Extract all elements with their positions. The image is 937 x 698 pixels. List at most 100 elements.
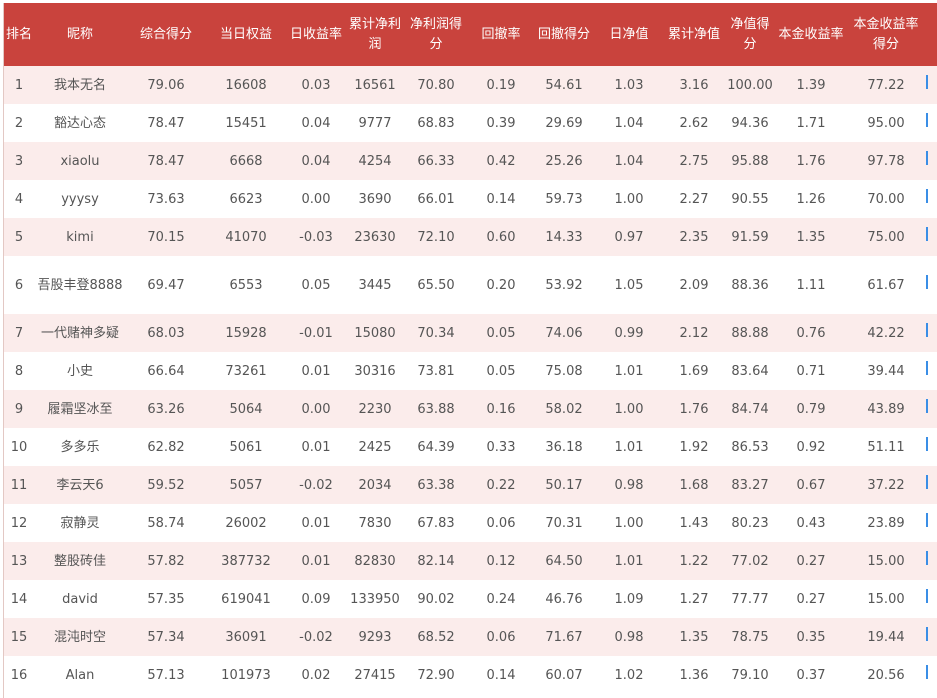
row-action-icon[interactable] bbox=[926, 361, 937, 375]
row-action-cell[interactable] bbox=[926, 618, 937, 656]
row-action-icon[interactable] bbox=[926, 75, 937, 89]
daily-nav-cell: 1.04 bbox=[614, 153, 644, 169]
nickname-cell[interactable]: 多多乐 bbox=[34, 428, 126, 466]
row-action-icon[interactable] bbox=[926, 589, 937, 603]
header-drawdown[interactable]: 回撤率 bbox=[468, 3, 534, 66]
equity-cell: 73261 bbox=[225, 363, 267, 379]
table-row[interactable]: 8 小史 66.64 73261 0.01 30316 73.81 0.05 75.08 1.01… bbox=[4, 352, 937, 390]
row-action-cell[interactable] bbox=[926, 314, 937, 352]
table-row[interactable]: 16 Alan 57.13 101973 0.02 27415 72.90 0.14 60.07… bbox=[4, 656, 937, 694]
nickname-cell[interactable]: xiaolu bbox=[34, 142, 126, 180]
header-cum-nav[interactable]: 累计净值 bbox=[664, 3, 724, 66]
table-row[interactable]: 5 kimi 70.15 41070 -0.03 23630 72.10 0.60 14.33 0… bbox=[4, 218, 937, 256]
drawdown-score-cell: 29.69 bbox=[545, 115, 583, 131]
table-row[interactable]: 14 david 57.35 619041 0.09 133950 90.02 0.24 46.… bbox=[4, 580, 937, 618]
nickname-cell[interactable]: 整股砖佳 bbox=[34, 542, 126, 580]
daily-nav-cell: 0.98 bbox=[614, 629, 644, 645]
nickname-cell[interactable]: Alan bbox=[34, 656, 126, 694]
table-row[interactable]: 1 我本无名 79.06 16608 0.03 16561 70.80 0.19 54.61 1.… bbox=[4, 66, 937, 104]
row-action-icon[interactable] bbox=[926, 113, 937, 127]
table-row[interactable]: 10 多多乐 62.82 5061 0.01 2425 64.39 0.33 36.18 1.01… bbox=[4, 428, 937, 466]
header-profit-score[interactable]: 净利润得分 bbox=[404, 3, 468, 66]
row-action-icon[interactable] bbox=[926, 437, 937, 451]
nickname-cell[interactable]: 寂静灵 bbox=[34, 504, 126, 542]
row-action-cell[interactable] bbox=[926, 656, 937, 694]
equity-cell: 16608 bbox=[225, 77, 267, 93]
rank-cell: 8 bbox=[14, 363, 24, 379]
nav-score-cell: 77.77 bbox=[731, 591, 769, 607]
table-row[interactable]: 15 混沌时空 57.34 36091 -0.02 9293 68.52 0.06 71.67 0… bbox=[4, 618, 937, 656]
drawdown-score-cell: 53.92 bbox=[545, 277, 583, 293]
header-daily-return[interactable]: 日收益率 bbox=[286, 3, 346, 66]
header-drawdown-score[interactable]: 回撤得分 bbox=[534, 3, 594, 66]
drawdown-score-cell: 70.31 bbox=[545, 515, 583, 531]
row-action-icon[interactable] bbox=[926, 627, 937, 641]
header-score[interactable]: 综合得分 bbox=[126, 3, 206, 66]
nickname-cell[interactable]: kimi bbox=[34, 218, 126, 256]
nickname-cell[interactable]: 我本无名 bbox=[34, 66, 126, 104]
cum-profit-cell: 2230 bbox=[358, 401, 392, 417]
nickname-cell[interactable]: 混沌时空 bbox=[34, 618, 126, 656]
row-action-cell[interactable] bbox=[926, 542, 937, 580]
row-action-icon[interactable] bbox=[926, 513, 937, 527]
cum-nav-cell: 2.09 bbox=[679, 277, 709, 293]
row-action-icon[interactable] bbox=[926, 551, 937, 565]
row-action-cell[interactable] bbox=[926, 218, 937, 256]
principal-score-cell: 20.56 bbox=[867, 667, 905, 683]
profit-score-cell: 66.33 bbox=[417, 153, 455, 169]
table-row[interactable]: 2 豁达心态 78.47 15451 0.04 9777 68.83 0.39 29.69 1.0… bbox=[4, 104, 937, 142]
nickname-cell[interactable]: 履霜坚冰至 bbox=[34, 390, 126, 428]
row-action-icon[interactable] bbox=[926, 151, 937, 165]
row-action-icon[interactable] bbox=[926, 189, 937, 203]
table-row[interactable]: 4 yyysy 73.63 6623 0.00 3690 66.01 0.14 59.73 1.0… bbox=[4, 180, 937, 218]
table-row[interactable]: 3 xiaolu 78.47 6668 0.04 4254 66.33 0.42 25.26 1.… bbox=[4, 142, 937, 180]
row-action-cell[interactable] bbox=[926, 142, 937, 180]
row-action-cell[interactable] bbox=[926, 104, 937, 142]
nickname-cell[interactable]: 小史 bbox=[34, 352, 126, 390]
nickname-cell[interactable]: david bbox=[34, 580, 126, 618]
header-rank[interactable]: 排名 bbox=[4, 3, 34, 66]
row-action-cell[interactable] bbox=[926, 466, 937, 504]
table-row[interactable]: 11 李云天6 59.52 5057 -0.02 2034 63.38 0.22 50.17 0.… bbox=[4, 466, 937, 504]
row-action-icon[interactable] bbox=[926, 323, 937, 337]
row-action-cell[interactable] bbox=[926, 504, 937, 542]
equity-cell: 26002 bbox=[225, 515, 267, 531]
row-action-cell[interactable] bbox=[926, 390, 937, 428]
nickname-cell[interactable]: 李云天6 bbox=[34, 466, 126, 504]
profit-score-cell: 70.80 bbox=[417, 77, 455, 93]
nickname-cell[interactable]: 吾股丰登8888 bbox=[34, 256, 126, 314]
header-principal-return[interactable]: 本金收益率 bbox=[776, 3, 846, 66]
table-row[interactable]: 6 吾股丰登8888 69.47 6553 0.05 3445 65.50 0.20 53.92… bbox=[4, 256, 937, 314]
table-row[interactable]: 7 一代赌神多疑 68.03 15928 -0.01 15080 70.34 0.05 74.0… bbox=[4, 314, 937, 352]
nickname-cell[interactable]: yyysy bbox=[34, 180, 126, 218]
nav-score-cell: 88.88 bbox=[731, 325, 769, 341]
row-action-icon[interactable] bbox=[926, 665, 937, 679]
header-nickname[interactable]: 昵称 bbox=[34, 3, 126, 66]
table-row[interactable]: 12 寂静灵 58.74 26002 0.01 7830 67.83 0.06 70.31 1.0… bbox=[4, 504, 937, 542]
cum-nav-cell: 1.69 bbox=[679, 363, 709, 379]
drawdown-score-cell: 64.50 bbox=[545, 553, 583, 569]
row-action-icon[interactable] bbox=[926, 275, 937, 289]
header-equity[interactable]: 当日权益 bbox=[206, 3, 286, 66]
nickname-cell[interactable]: 豁达心态 bbox=[34, 104, 126, 142]
row-action-cell[interactable] bbox=[926, 352, 937, 390]
row-action-icon[interactable] bbox=[926, 227, 937, 241]
header-daily-nav[interactable]: 日净值 bbox=[594, 3, 664, 66]
drawdown-score-cell: 54.61 bbox=[545, 77, 583, 93]
header-nav-score[interactable]: 净值得分 bbox=[724, 3, 776, 66]
header-cum-profit[interactable]: 累计净利润 bbox=[346, 3, 404, 66]
table-row[interactable]: 9 履霜坚冰至 63.26 5064 0.00 2230 63.88 0.16 58.02 1.0… bbox=[4, 390, 937, 428]
nickname-cell[interactable]: 一代赌神多疑 bbox=[34, 314, 126, 352]
row-action-cell[interactable] bbox=[926, 180, 937, 218]
profit-score-cell: 68.83 bbox=[417, 115, 455, 131]
row-action-icon[interactable] bbox=[926, 475, 937, 489]
row-action-icon[interactable] bbox=[926, 399, 937, 413]
row-action-cell[interactable] bbox=[926, 66, 937, 104]
row-action-cell[interactable] bbox=[926, 428, 937, 466]
principal-score-cell: 75.00 bbox=[867, 229, 905, 245]
header-principal-score[interactable]: 本金收益率得分 bbox=[846, 3, 926, 66]
row-action-cell[interactable] bbox=[926, 580, 937, 618]
table-row[interactable]: 13 整股砖佳 57.82 387732 0.01 82830 82.14 0.12 64.50… bbox=[4, 542, 937, 580]
row-action-cell[interactable] bbox=[926, 256, 937, 314]
principal-score-cell: 97.78 bbox=[867, 153, 905, 169]
